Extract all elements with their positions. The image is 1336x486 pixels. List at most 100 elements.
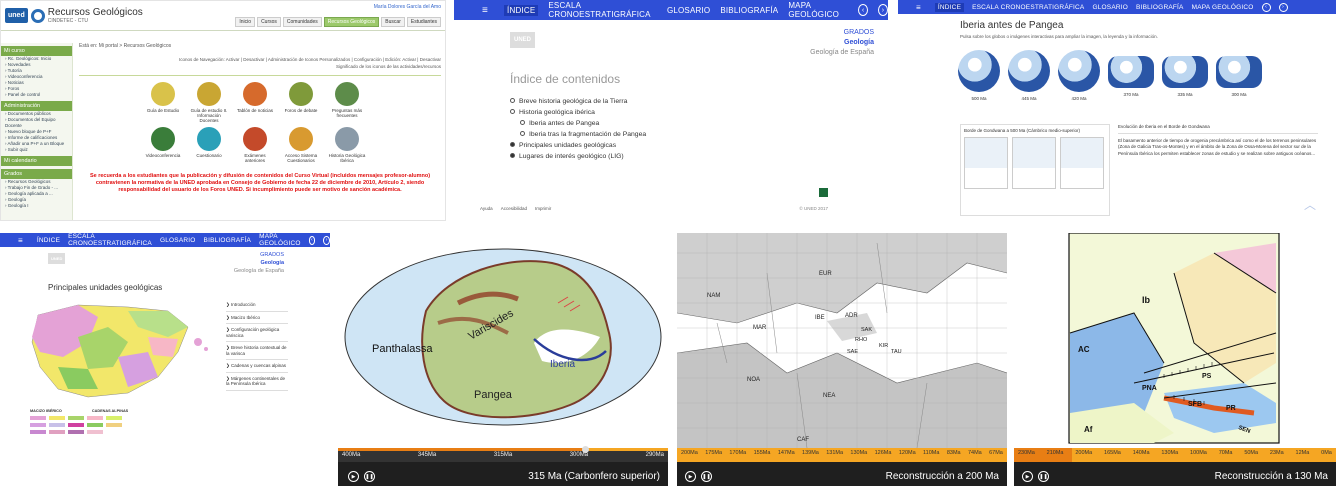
nav-mapa[interactable]: MAPA GEOLÓGICO [259,233,301,247]
iberia-geological-map[interactable] [18,297,218,405]
globe-item[interactable]: 300 Ma [1216,50,1262,101]
nav-mapa[interactable]: MAPA GEOLÓGICO [1192,4,1254,11]
timeline-axis[interactable]: 200Ma 175Ma 170Ma 155Ma 147Ma 139Ma 131Ma 130Ma… [677,448,1007,462]
nav-bibliografia[interactable]: BIBLIOGRAFÍA [720,6,778,15]
toc-item[interactable]: Breve historia geológica de la Tierra [510,96,646,107]
course-tool-item[interactable]: Guía de estudio II. Información Docentes [189,82,229,123]
globe-item[interactable]: 370 Ma [1108,50,1154,101]
nav-escala[interactable]: ESCALA CRONOESTRATIGRÁFICA [972,4,1084,11]
geologia-link[interactable]: Geología [234,259,284,267]
nav-bibliografia[interactable]: BIBLIOGRAFÍA [204,237,252,244]
hamburger-icon[interactable]: ≡ [18,236,23,245]
course-tool-item[interactable]: Exámenes anteriores [235,127,275,163]
globe-image[interactable] [1216,56,1262,88]
toc-label[interactable]: Iberia tras la fragmentación de Pangea [529,131,646,138]
help-link[interactable]: Ayuda [480,206,493,211]
units-menu-item[interactable]: ❯ Introducción [226,299,288,312]
globe-image[interactable] [1162,56,1208,88]
toc-item[interactable]: Iberia antes de Pangea [510,118,646,129]
sidebar-item[interactable]: › Subir quiz [1,147,72,153]
toc-item[interactable]: Historia geológica ibérica [510,107,646,118]
units-menu-item[interactable]: ❯ Márgenes continentales de la Península… [226,373,288,391]
next-icon[interactable]: › [878,4,888,16]
grados-link[interactable]: GRADOS [234,251,284,259]
print-link[interactable]: Imprimir [535,206,551,211]
thumb-image[interactable] [964,137,1008,189]
toolbar-button[interactable]: Estudiantes [406,17,441,27]
tectonic-map[interactable] [1014,233,1336,448]
units-menu-item[interactable]: ❯ Cadenas y cuencas alpinas [226,360,288,373]
toolbar-button[interactable]: Comunidades [282,17,322,27]
grados-link[interactable]: GRADOS [810,28,874,38]
toolbar-button[interactable]: Recursos Geológicos [323,17,380,27]
nav-escala[interactable]: ESCALA CRONOESTRATIGRÁFICA [548,1,657,19]
nav-indice[interactable]: ÍNDICE [934,2,965,12]
nav-glosario[interactable]: GLOSARIO [160,237,196,244]
nav-bibliografia[interactable]: BIBLIOGRAFÍA [1136,4,1184,11]
pause-icon[interactable]: ❚❚ [701,471,712,482]
units-menu-item[interactable]: ❯ Breve historia contextual de la varisc… [226,342,288,360]
icons-meaning-link[interactable]: Significado de los iconos de las activid… [79,64,441,69]
toc-label[interactable]: Breve historia geológica de la Tierra [519,98,627,105]
course-tool-item[interactable]: Videoconferencia [143,127,183,163]
uned-logo[interactable]: UNED [48,253,66,264]
globe-image[interactable] [1108,56,1154,88]
toc-label[interactable]: Historia geológica ibérica [519,109,595,116]
sidebar-item[interactable]: › Geología I [1,203,72,209]
thumb-image[interactable] [1060,137,1104,189]
globe-item[interactable]: 445 Ma [1008,50,1050,101]
chevron-up-icon[interactable]: ︿ [1304,196,1316,213]
next-icon[interactable]: › [1278,2,1288,12]
course-tool-item[interactable]: Cuestionario [189,127,229,163]
sidebar-section-header[interactable]: Administración [1,101,72,111]
nav-glosario[interactable]: GLOSARIO [1092,4,1128,11]
toc-label[interactable]: Principales unidades geológicas [519,142,616,149]
units-menu-item[interactable]: ❯ Configuración geológica variscica [226,324,288,342]
nav-indice[interactable]: ÍNDICE [504,4,539,16]
units-menu-item[interactable]: ❯ Macizo Ibérico [226,312,288,324]
pangea-map[interactable] [338,233,668,448]
hamburger-icon[interactable]: ≡ [916,3,921,12]
toc-item[interactable]: Principales unidades geológicas [510,140,646,151]
timeline-axis[interactable]: 230Ma 210Ma 200Ma 165Ma 140Ma 130Ma 100Ma 70Ma 5… [1014,448,1336,462]
nav-mapa[interactable]: MAPA GEOLÓGICO [788,1,848,19]
sidebar-section-header[interactable]: Grados [1,169,72,179]
thumb-image[interactable] [1012,137,1056,189]
course-tool-item[interactable]: Guía de Estudio [143,82,183,123]
globe-image[interactable] [1058,50,1100,92]
course-tool-item[interactable]: Tablón de noticias [235,82,275,123]
course-tool-item[interactable]: Foros de debate [281,82,321,123]
toolbar-button[interactable]: Buscar [381,17,405,27]
globe-item[interactable]: 335 Ma [1162,50,1208,101]
globe-image[interactable] [958,50,1000,92]
pause-icon[interactable]: ❚❚ [364,471,375,482]
toolbar-button[interactable]: Cursos [257,17,281,27]
toc-item[interactable]: Iberia tras la fragmentación de Pangea [510,129,646,140]
plate-map[interactable] [677,233,1007,449]
next-icon[interactable]: › [323,235,330,245]
toc-item[interactable]: Lugares de interés geológico (LIG) [510,151,646,162]
geologia-link[interactable]: Geología [810,38,874,48]
prev-icon[interactable]: ‹ [858,4,869,16]
toc-label[interactable]: Iberia antes de Pangea [529,120,599,127]
toc-label[interactable]: Lugares de interés geológico (LIG) [519,153,624,160]
uned-logo[interactable]: uned [5,8,28,23]
hamburger-icon[interactable]: ≡ [482,5,488,16]
play-icon[interactable]: ▶ [1022,471,1033,482]
sidebar-item[interactable]: › Panel de control [1,92,72,98]
prev-icon[interactable]: ‹ [1261,2,1271,12]
course-tool-item[interactable]: Preguntas más frecuentes [327,82,367,123]
uned-logo[interactable]: UNED [510,32,536,48]
nav-indice[interactable]: ÍNDICE [37,237,60,244]
globe-item[interactable]: 420 Ma [1058,50,1100,101]
nav-escala[interactable]: ESCALA CRONOESTRATIGRÁFICA [68,233,152,247]
course-tool-item[interactable]: Historia Geológica Ibérica [327,127,367,163]
globe-item[interactable]: 500 Ma [958,50,1000,101]
globe-image[interactable] [1008,50,1050,92]
prev-icon[interactable]: ‹ [308,235,316,245]
accessibility-link[interactable]: Accesibilidad [501,206,527,211]
play-icon[interactable]: ▶ [685,471,696,482]
user-name-link[interactable]: María Dolores García del Amo [374,4,441,10]
nav-glosario[interactable]: GLOSARIO [667,6,710,15]
sidebar-section-header[interactable]: Mi curso [1,46,72,56]
